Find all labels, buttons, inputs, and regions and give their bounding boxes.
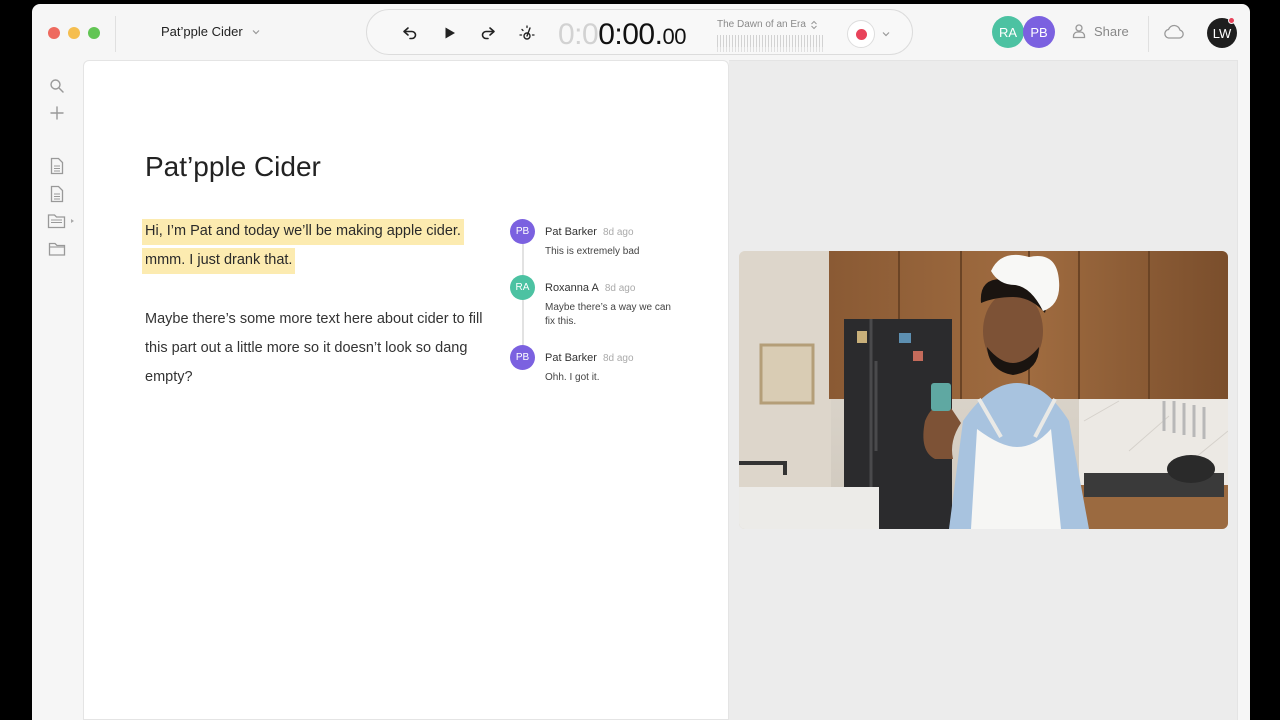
comment-header: Pat Barker 8d ago bbox=[545, 352, 634, 364]
notification-badge bbox=[1228, 17, 1235, 24]
comment-author: Pat Barker bbox=[545, 226, 597, 238]
waveform-secondary bbox=[717, 47, 825, 52]
comment-time: 8d ago bbox=[602, 227, 634, 238]
song-selector[interactable]: The Dawn of an Era bbox=[717, 19, 825, 52]
up-down-chevron-icon bbox=[811, 20, 817, 29]
song-title-row: The Dawn of an Era bbox=[717, 19, 825, 30]
document-title-menu[interactable]: Pat’pple Cider bbox=[161, 24, 261, 39]
comment-header: Pat Barker 8d ago bbox=[545, 226, 634, 238]
comment-time: 8d ago bbox=[604, 283, 636, 294]
timecode-display: 0:00:00.00 bbox=[558, 18, 686, 52]
avatar-initials: PB bbox=[515, 226, 530, 237]
comment-text: Ohh. I got it. bbox=[545, 372, 600, 383]
person-icon bbox=[1072, 24, 1086, 39]
rewind-icon[interactable] bbox=[399, 22, 421, 44]
divider bbox=[1148, 16, 1149, 52]
comment-header: Roxanna A 8d ago bbox=[545, 282, 635, 294]
record-button[interactable] bbox=[847, 20, 875, 48]
document-icon[interactable] bbox=[48, 157, 66, 175]
comment-author: Pat Barker bbox=[545, 352, 597, 364]
timecode-dim: 0:0 bbox=[558, 18, 599, 51]
close-window-button[interactable] bbox=[48, 27, 60, 39]
body-paragraph[interactable]: Maybe there’s some more text here about … bbox=[145, 305, 485, 392]
avatar-initials: PB bbox=[515, 352, 530, 363]
chevron-down-icon[interactable] bbox=[881, 29, 891, 39]
minimize-window-button[interactable] bbox=[68, 27, 80, 39]
document-title: Pat’pple Cider bbox=[161, 24, 243, 39]
app-window: Pat’pple Cider 0:00:00.00 The Dawn of an… bbox=[32, 4, 1250, 720]
share-button[interactable]: Share bbox=[1071, 23, 1129, 39]
metronome-icon[interactable] bbox=[516, 22, 538, 44]
avatar-initials: RA bbox=[998, 24, 1018, 40]
divider bbox=[115, 16, 116, 52]
avatar-initials: LW bbox=[1212, 25, 1232, 41]
highlighted-text[interactable]: Hi, I’m Pat and today we’ll be making ap… bbox=[142, 219, 464, 274]
plus-icon[interactable] bbox=[48, 104, 66, 122]
timecode-main: 0:00. bbox=[598, 18, 663, 51]
highlighted-paragraph[interactable]: Hi, I’m Pat and today we’ll be making ap… bbox=[142, 217, 482, 275]
play-icon[interactable] bbox=[439, 22, 461, 44]
comment-avatar: PB bbox=[510, 345, 535, 370]
forward-icon[interactable] bbox=[477, 22, 499, 44]
document-editor[interactable]: Pat’pple Cider Hi, I’m Pat and today we’… bbox=[83, 60, 729, 720]
cloud-icon[interactable] bbox=[1162, 23, 1186, 46]
timecode-frames: 00 bbox=[662, 24, 686, 49]
folder-icon[interactable] bbox=[48, 240, 66, 258]
comment-avatar: PB bbox=[510, 219, 535, 244]
collaborator-avatar[interactable]: RA bbox=[992, 16, 1024, 48]
collaborator-avatar[interactable]: PB bbox=[1023, 16, 1055, 48]
comment-avatar: RA bbox=[510, 275, 535, 300]
chevron-down-icon bbox=[252, 29, 260, 34]
comment-text: This is extremely bad bbox=[545, 246, 640, 257]
search-icon[interactable] bbox=[48, 77, 66, 95]
zoom-window-button[interactable] bbox=[88, 27, 100, 39]
avatar-initials: PB bbox=[1030, 24, 1048, 40]
song-title: The Dawn of an Era bbox=[717, 19, 806, 30]
record-icon bbox=[855, 28, 867, 40]
waveform bbox=[717, 35, 825, 47]
video-player[interactable] bbox=[739, 251, 1228, 529]
folder-open-icon[interactable] bbox=[47, 212, 75, 230]
transport-bar: 0:00:00.00 The Dawn of an Era bbox=[366, 9, 913, 55]
avatar-initials: RA bbox=[515, 282, 530, 293]
share-label: Share bbox=[1094, 23, 1129, 39]
comment-text: Maybe there’s a way we can fix this. bbox=[545, 302, 671, 327]
comment-author: Roxanna A bbox=[545, 282, 599, 294]
document-icon[interactable] bbox=[48, 185, 66, 203]
title-bar: Pat’pple Cider 0:00:00.00 The Dawn of an… bbox=[32, 4, 1250, 60]
video-frame-image bbox=[739, 251, 1228, 529]
video-panel bbox=[729, 60, 1238, 720]
comment-time: 8d ago bbox=[602, 353, 634, 364]
document-heading: Pat’pple Cider bbox=[145, 151, 321, 182]
